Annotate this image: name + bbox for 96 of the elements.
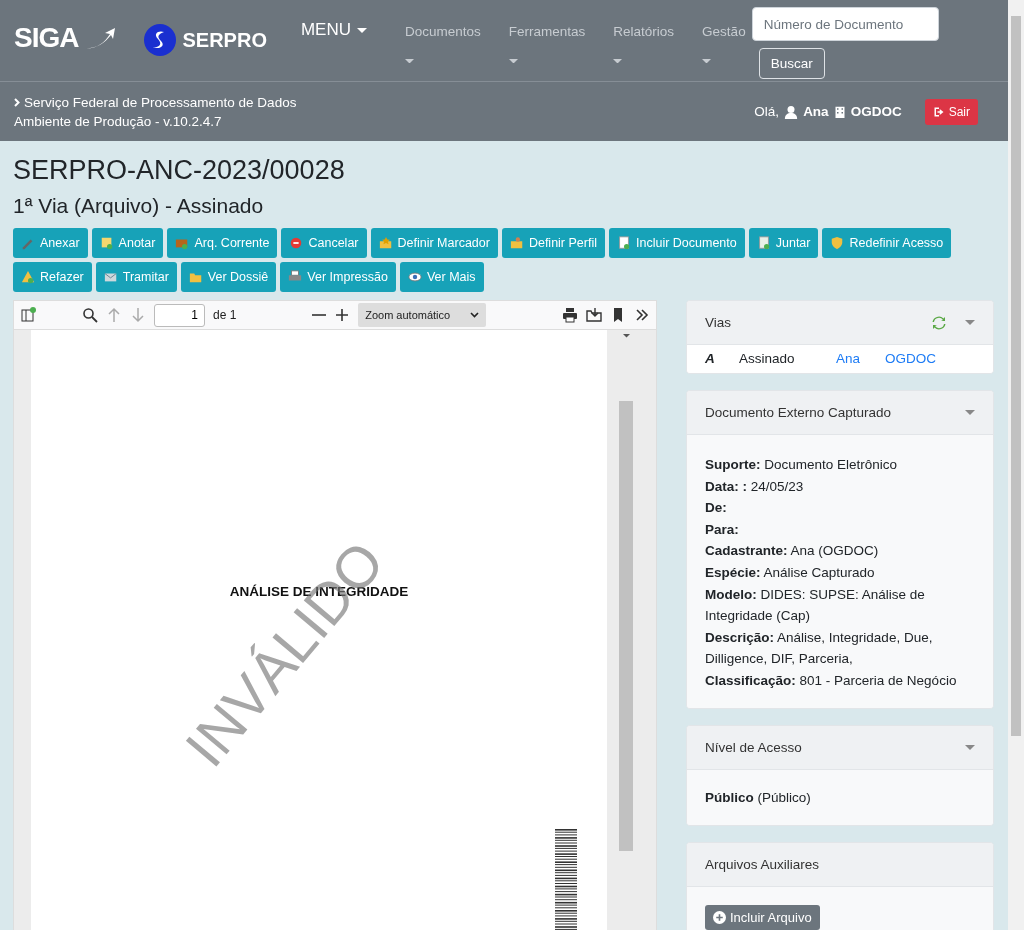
panel-title: Nível de Acesso xyxy=(705,739,802,755)
shield-icon xyxy=(830,236,845,250)
action-button[interactable]: Anotar xyxy=(91,228,164,258)
caret-icon xyxy=(357,27,367,33)
unit-name: OGDOC xyxy=(850,104,902,119)
panel-header[interactable]: Vias xyxy=(687,301,993,345)
chevron-down-icon xyxy=(470,312,480,318)
organization-text: Serviço Federal de Processamento de Dados xyxy=(24,94,297,110)
printer-icon xyxy=(562,307,578,323)
action-button[interactable]: Cancelar xyxy=(281,228,367,258)
double-chevron-icon xyxy=(634,307,650,323)
scrollbar[interactable] xyxy=(1008,0,1024,930)
panel-header[interactable]: Documento Externo Capturado xyxy=(687,391,993,435)
unit-link[interactable]: OGDOC xyxy=(885,351,975,366)
action-button[interactable]: Redefinir Acesso xyxy=(822,228,952,258)
stop-icon xyxy=(289,236,304,250)
user-link[interactable]: Ana xyxy=(836,351,885,366)
caret-icon xyxy=(965,320,975,325)
field-text: Data: : 24/05/23 xyxy=(705,477,805,496)
action-button[interactable]: Ver Mais xyxy=(399,262,484,292)
caret-icon xyxy=(405,58,414,63)
menu-button[interactable]: MENU xyxy=(300,20,367,40)
via-status: Assinado xyxy=(739,351,796,366)
page-icon xyxy=(756,236,771,250)
arrow-up-icon xyxy=(106,307,122,323)
printer-icon xyxy=(288,270,303,284)
logo-text: SIGA xyxy=(14,22,79,54)
panel-title: Arquivos Auxiliares xyxy=(705,856,820,872)
page-icon xyxy=(617,236,631,250)
chevron-right-icon xyxy=(14,97,20,107)
building-icon xyxy=(833,104,846,119)
search-field[interactable]: Número de Documento xyxy=(751,7,939,41)
field-text: Para: xyxy=(705,520,740,539)
folder-star-icon xyxy=(378,236,393,250)
document-subtitle: 1ª Via (Arquivo) - Assinado xyxy=(13,194,265,218)
action-button[interactable]: Ver Dossiê xyxy=(180,262,277,292)
action-button[interactable]: Definir Perfil xyxy=(501,228,605,258)
note-icon xyxy=(99,236,114,250)
greeting-text: Olá, xyxy=(754,104,780,119)
action-button[interactable]: Juntar xyxy=(748,228,819,258)
field-text: Espécie: Análise Capturado xyxy=(705,563,876,582)
caret-icon xyxy=(702,58,712,63)
action-button[interactable]: Definir Marcador xyxy=(370,228,498,258)
caret-icon xyxy=(613,58,623,63)
refresh-icon xyxy=(931,314,947,331)
action-button[interactable]: Anexar xyxy=(13,228,88,258)
page-number-field[interactable]: 1 xyxy=(154,303,205,327)
panel-title: Documento Externo Capturado xyxy=(705,405,892,420)
sidebar-icon xyxy=(20,307,36,323)
caret-icon xyxy=(965,410,975,415)
user-name: Ana xyxy=(803,104,829,119)
action-button[interactable]: Incluir Documento xyxy=(609,228,745,258)
panel-title: Vias xyxy=(705,315,732,330)
document-title: SERPRO-ANC-2023/00028 xyxy=(13,155,346,186)
panel-header[interactable]: Nível de Acesso xyxy=(687,725,993,770)
panel-header[interactable]: Arquivos Auxiliares xyxy=(687,842,993,887)
download-icon xyxy=(586,307,602,323)
field-text: Suporte: Documento Eletrônico xyxy=(705,456,899,474)
folder-person-icon xyxy=(509,236,524,250)
envelope-icon xyxy=(103,270,118,284)
field-text: Cadastrante: Ana (OGDOC) xyxy=(705,542,880,561)
user-icon xyxy=(784,104,799,119)
add-file-button[interactable]: Incluir Arquivo xyxy=(705,904,820,930)
sign-out-icon xyxy=(932,105,945,118)
caret-icon xyxy=(622,334,630,338)
nav-item[interactable]: Relatórios xyxy=(599,24,689,66)
search-button[interactable]: Buscar xyxy=(758,48,825,79)
search-icon xyxy=(82,307,98,323)
logo-icon xyxy=(144,24,177,56)
access-level: Público (Público) xyxy=(705,789,811,805)
scrollbar-thumb[interactable] xyxy=(619,400,633,851)
action-button[interactable]: Arq. Corrente xyxy=(167,228,278,258)
nav-item[interactable]: Ferramentas xyxy=(494,24,600,66)
logout-button[interactable]: Sair xyxy=(924,98,978,125)
zoom-select[interactable]: Zoom automático xyxy=(358,303,487,327)
field-text: Classificação: 801 - Parceria de Negócio xyxy=(705,671,958,690)
caret-icon xyxy=(508,58,518,63)
via-mark: A xyxy=(705,351,716,366)
scrollbar-thumb[interactable] xyxy=(1011,16,1021,736)
field-text: De: xyxy=(705,499,728,518)
eye-icon xyxy=(407,270,422,284)
nav-item[interactable]: Documentos xyxy=(391,24,495,66)
minus-icon xyxy=(312,314,327,316)
field-text: Descrição: Análise, Integridade, Due, Dilligence, DIF, Parceria, xyxy=(705,628,934,669)
action-button[interactable]: Refazer xyxy=(13,262,92,292)
environment-text: Ambiente de Produção - v.10.2.4.7 xyxy=(14,113,223,129)
field-text: Modelo: DIDES: SUPSE: Análise de Integridade (Cap) xyxy=(705,585,926,626)
action-button[interactable]: Tramitar xyxy=(95,262,177,292)
arrow-down-icon xyxy=(130,307,146,323)
caret-icon xyxy=(965,744,975,750)
action-button[interactable]: Ver Impressão xyxy=(280,262,396,292)
page-count: de 1 xyxy=(213,308,237,322)
plus-circle-icon xyxy=(713,910,726,924)
brand-text: SERPRO xyxy=(182,28,267,52)
warning-icon xyxy=(21,270,35,284)
plus-icon xyxy=(334,307,351,323)
